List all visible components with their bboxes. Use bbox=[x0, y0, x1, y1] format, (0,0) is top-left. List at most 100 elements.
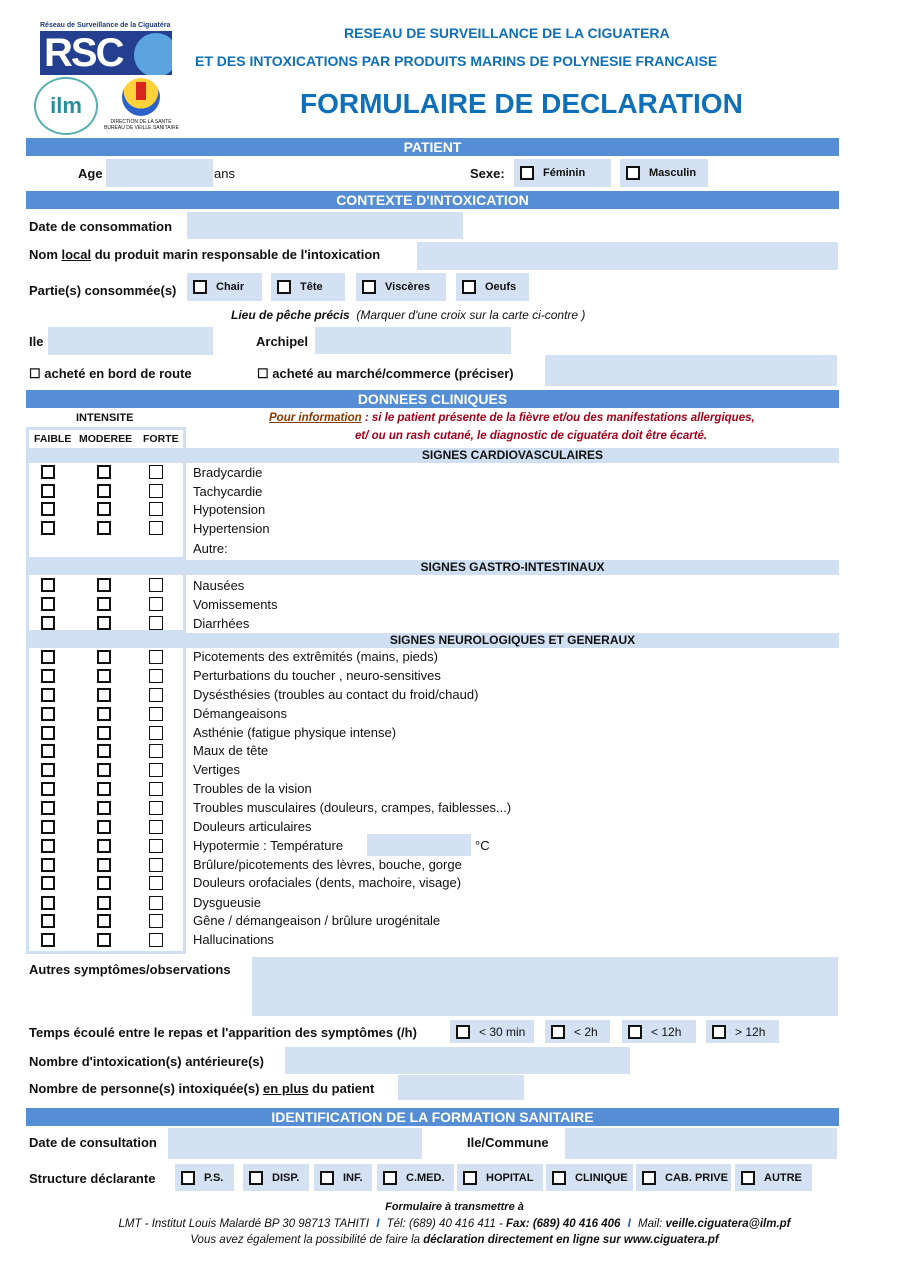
partie-option-chair[interactable]: Chair bbox=[187, 273, 262, 301]
sexe-option-masculin[interactable]: Masculin bbox=[620, 159, 708, 187]
checkbox[interactable] bbox=[552, 1170, 566, 1185]
intensity-checkbox-forte[interactable] bbox=[149, 707, 163, 721]
intensity-checkbox-forte[interactable] bbox=[149, 465, 163, 479]
checkbox[interactable] bbox=[520, 166, 534, 180]
intensity-checkbox-moderee[interactable] bbox=[97, 876, 111, 890]
intensity-checkbox-faible[interactable] bbox=[41, 858, 55, 872]
ile-input[interactable] bbox=[48, 327, 213, 355]
partie-option-tete[interactable]: Tête bbox=[271, 273, 345, 301]
intensity-checkbox-faible[interactable] bbox=[41, 896, 55, 910]
intensity-checkbox-forte[interactable] bbox=[149, 521, 163, 535]
intensity-checkbox-moderee[interactable] bbox=[97, 820, 111, 834]
intensity-checkbox-faible[interactable] bbox=[41, 484, 55, 498]
intensity-checkbox-moderee[interactable] bbox=[97, 502, 111, 516]
intensity-checkbox-forte[interactable] bbox=[149, 744, 163, 758]
sexe-option-feminin[interactable]: Féminin bbox=[514, 159, 611, 187]
checkbox[interactable] bbox=[463, 1170, 477, 1185]
structure-option-clinique[interactable]: CLINIQUE bbox=[546, 1164, 633, 1191]
intensity-checkbox-forte[interactable] bbox=[149, 801, 163, 815]
autres-symptomes-input[interactable] bbox=[252, 957, 838, 1016]
intensity-checkbox-faible[interactable] bbox=[41, 707, 55, 721]
intensity-checkbox-moderee[interactable] bbox=[97, 858, 111, 872]
intensity-checkbox-forte[interactable] bbox=[149, 933, 163, 947]
checkbox[interactable] bbox=[383, 1170, 397, 1185]
intensity-checkbox-forte[interactable] bbox=[149, 616, 163, 630]
intensity-checkbox-faible[interactable] bbox=[41, 933, 55, 947]
intensity-checkbox-moderee[interactable] bbox=[97, 578, 111, 592]
checkbox[interactable] bbox=[642, 1170, 656, 1185]
checkbox[interactable] bbox=[249, 1170, 263, 1185]
intensity-checkbox-forte[interactable] bbox=[149, 782, 163, 796]
intensity-checkbox-faible[interactable] bbox=[41, 914, 55, 928]
personnes-intoxiquees-input[interactable] bbox=[398, 1075, 524, 1100]
achat-marche-checkbox[interactable]: ☐ acheté au marché/commerce (préciser) bbox=[257, 366, 514, 382]
structure-option-inf[interactable]: INF. bbox=[314, 1164, 372, 1191]
checkbox[interactable] bbox=[741, 1170, 755, 1185]
intensity-checkbox-faible[interactable] bbox=[41, 801, 55, 815]
intensity-checkbox-forte[interactable] bbox=[149, 669, 163, 683]
structure-option-disp[interactable]: DISP. bbox=[243, 1164, 309, 1191]
structure-option-hopital[interactable]: HOPITAL bbox=[457, 1164, 543, 1191]
temperature-input[interactable] bbox=[367, 834, 471, 856]
temps-option-30min[interactable]: < 30 min bbox=[450, 1020, 534, 1043]
intensity-checkbox-faible[interactable] bbox=[41, 726, 55, 740]
intensity-checkbox-faible[interactable] bbox=[41, 688, 55, 702]
checkbox[interactable] bbox=[456, 1024, 470, 1039]
intensity-checkbox-moderee[interactable] bbox=[97, 616, 111, 630]
intensity-checkbox-forte[interactable] bbox=[149, 858, 163, 872]
intensity-checkbox-faible[interactable] bbox=[41, 744, 55, 758]
checkbox[interactable] bbox=[551, 1024, 565, 1039]
intensity-checkbox-faible[interactable] bbox=[41, 763, 55, 777]
achat-marche-input[interactable] bbox=[545, 355, 837, 386]
intensity-checkbox-forte[interactable] bbox=[149, 650, 163, 664]
partie-option-oeufs[interactable]: Oeufs bbox=[456, 273, 529, 301]
intoxications-anterieures-input[interactable] bbox=[285, 1047, 630, 1074]
temps-option-over-12h[interactable]: > 12h bbox=[706, 1020, 779, 1043]
intensity-checkbox-faible[interactable] bbox=[41, 782, 55, 796]
intensity-checkbox-forte[interactable] bbox=[149, 839, 163, 853]
intensity-checkbox-faible[interactable] bbox=[41, 597, 55, 611]
checkbox[interactable] bbox=[462, 280, 476, 294]
intensity-checkbox-forte[interactable] bbox=[149, 820, 163, 834]
intensity-checkbox-forte[interactable] bbox=[149, 763, 163, 777]
ile-commune-input[interactable] bbox=[565, 1128, 837, 1159]
archipel-input[interactable] bbox=[315, 327, 511, 354]
email-link[interactable]: veille.ciguatera@ilm.pf bbox=[666, 1218, 791, 1230]
achat-bord-route-checkbox[interactable]: ☐ acheté en bord de route bbox=[29, 366, 192, 382]
intensity-checkbox-forte[interactable] bbox=[149, 896, 163, 910]
intensity-checkbox-moderee[interactable] bbox=[97, 597, 111, 611]
structure-option-autre[interactable]: AUTRE bbox=[735, 1164, 812, 1191]
intensity-checkbox-moderee[interactable] bbox=[97, 839, 111, 853]
intensity-checkbox-moderee[interactable] bbox=[97, 669, 111, 683]
intensity-checkbox-moderee[interactable] bbox=[97, 801, 111, 815]
intensity-checkbox-moderee[interactable] bbox=[97, 521, 111, 535]
checkbox[interactable] bbox=[628, 1024, 642, 1039]
intensity-checkbox-moderee[interactable] bbox=[97, 933, 111, 947]
intensity-checkbox-moderee[interactable] bbox=[97, 896, 111, 910]
intensity-checkbox-forte[interactable] bbox=[149, 726, 163, 740]
intensity-checkbox-forte[interactable] bbox=[149, 597, 163, 611]
intensity-checkbox-moderee[interactable] bbox=[97, 914, 111, 928]
intensity-checkbox-faible[interactable] bbox=[41, 578, 55, 592]
intensity-checkbox-moderee[interactable] bbox=[97, 763, 111, 777]
structure-option-cab-prive[interactable]: CAB. PRIVE bbox=[636, 1164, 731, 1191]
intensity-checkbox-faible[interactable] bbox=[41, 820, 55, 834]
intensity-checkbox-faible[interactable] bbox=[41, 502, 55, 516]
intensity-checkbox-moderee[interactable] bbox=[97, 782, 111, 796]
intensity-checkbox-forte[interactable] bbox=[149, 578, 163, 592]
intensity-checkbox-moderee[interactable] bbox=[97, 650, 111, 664]
intensity-checkbox-forte[interactable] bbox=[149, 688, 163, 702]
structure-option-cmed[interactable]: C.MED. bbox=[377, 1164, 454, 1191]
temps-option-2h[interactable]: < 2h bbox=[545, 1020, 610, 1043]
intensity-checkbox-moderee[interactable] bbox=[97, 707, 111, 721]
partie-option-visceres[interactable]: Viscères bbox=[356, 273, 446, 301]
intensity-checkbox-faible[interactable] bbox=[41, 616, 55, 630]
intensity-checkbox-forte[interactable] bbox=[149, 502, 163, 516]
intensity-checkbox-forte[interactable] bbox=[149, 484, 163, 498]
age-input[interactable] bbox=[106, 159, 213, 187]
intensity-checkbox-forte[interactable] bbox=[149, 914, 163, 928]
intensity-checkbox-faible[interactable] bbox=[41, 839, 55, 853]
intensity-checkbox-moderee[interactable] bbox=[97, 688, 111, 702]
checkbox[interactable] bbox=[193, 280, 207, 294]
date-consultation-input[interactable] bbox=[168, 1128, 422, 1159]
